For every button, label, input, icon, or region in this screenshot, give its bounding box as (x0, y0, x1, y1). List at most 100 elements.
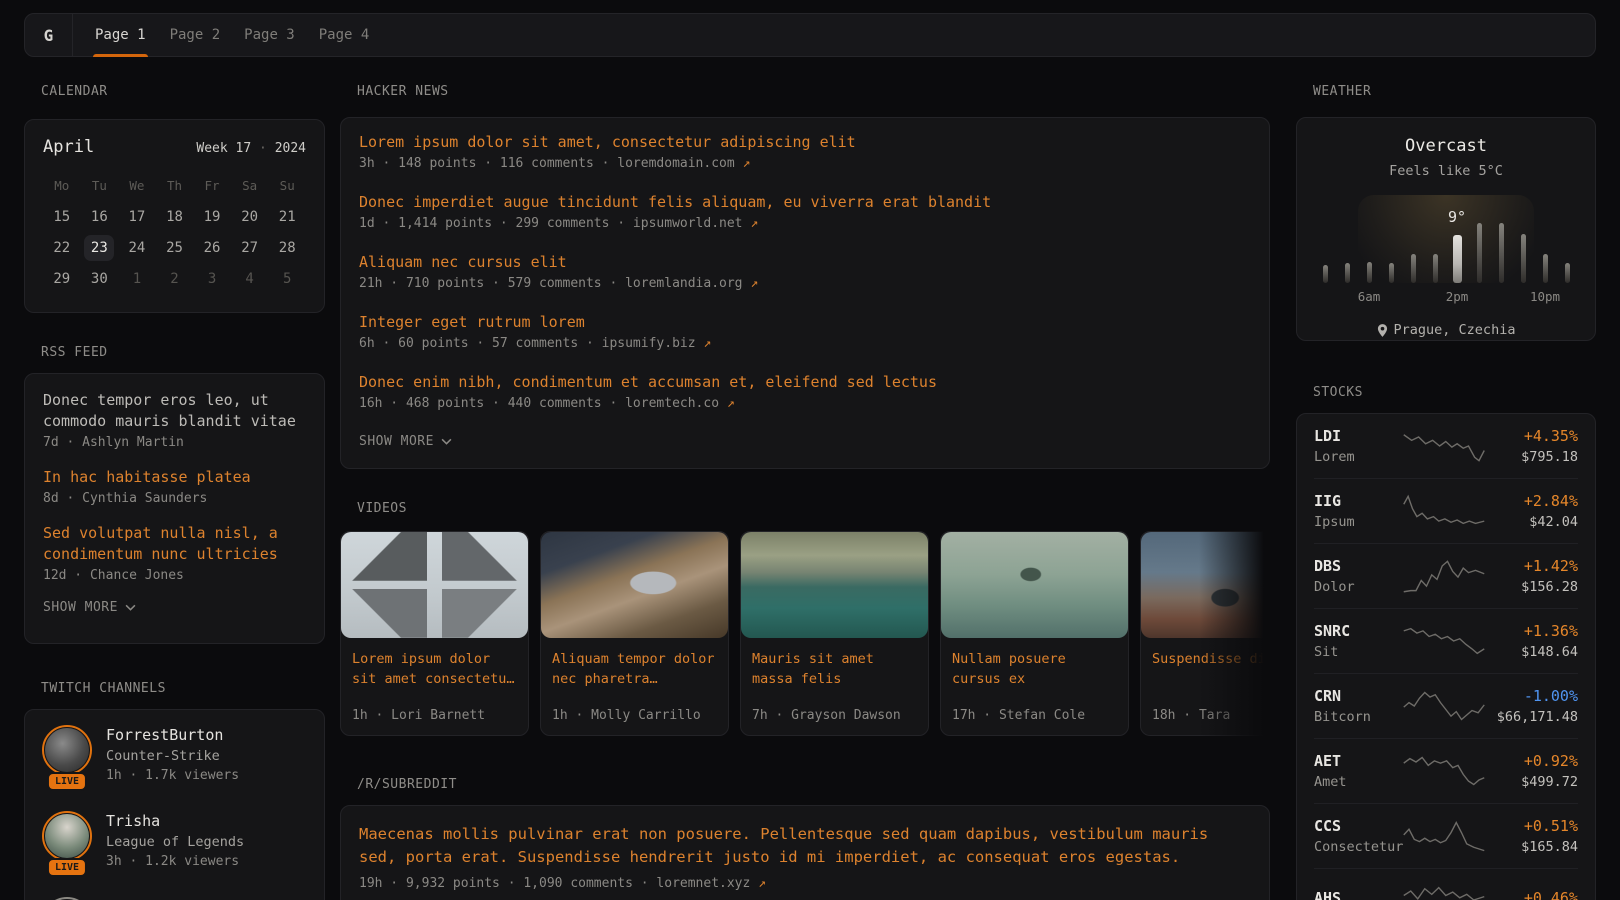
reddit-post-title[interactable]: Maecenas mollis pulvinar erat non posuer… (359, 823, 1251, 869)
stock-row[interactable]: SNRCSit +1.36%$148.64 (1314, 609, 1578, 674)
calendar-day: 21 (268, 204, 306, 230)
video-title[interactable]: Nullam posuere cursus ex (952, 649, 1117, 689)
stock-change: +4.35% (1486, 427, 1578, 445)
tab-page-1[interactable]: Page 1 (95, 14, 146, 56)
video-title[interactable]: Mauris sit amet massa felis (752, 649, 917, 689)
hn-item-title[interactable]: Integer eget rutrum lorem (359, 314, 1251, 331)
calendar-day: 18 (156, 204, 194, 230)
stock-change: +0.51% (1486, 817, 1578, 835)
video-thumbnail[interactable] (1141, 532, 1270, 638)
hn-item-meta: 3h · 148 points · 116 comments · loremdo… (359, 156, 1251, 171)
channel-name[interactable]: Trisha (106, 812, 244, 830)
calendar-day-header: Mo (43, 173, 81, 199)
stock-symbol[interactable]: IIG (1314, 492, 1402, 510)
stocks-widget: LDILorem +4.35%$795.18 IIGIpsum +2.84%$4… (1296, 413, 1596, 900)
calendar-day: 29 (43, 266, 81, 292)
hn-item-title[interactable]: Lorem ipsum dolor sit amet, consectetur … (359, 134, 1251, 151)
video-thumbnail[interactable] (341, 532, 528, 638)
twitch-channel[interactable]: LIVE Trisha League of Legends 3h · 1.2k … (43, 812, 306, 869)
hackernews-show-more-button[interactable]: SHOW MORE (359, 434, 452, 449)
channel-info: ForrestBurton Counter-Strike 1h · 1.7k v… (106, 726, 239, 783)
tab-page-3[interactable]: Page 3 (244, 14, 295, 56)
stock-symbol[interactable]: DBS (1314, 557, 1402, 575)
tab-page-2[interactable]: Page 2 (170, 14, 221, 56)
sparkline (1402, 428, 1486, 464)
stock-row[interactable]: DBSDolor +1.42%$156.28 (1314, 544, 1578, 609)
stock-row[interactable]: IIGIpsum +2.84%$42.04 (1314, 479, 1578, 544)
twitch-channel[interactable]: LIVE ForrestBurton Counter-Strike 1h · 1… (43, 726, 306, 783)
video-meta: 1h · Lori Barnett (352, 708, 485, 723)
video-title[interactable]: Suspendisse diam (1152, 649, 1270, 669)
channel-game[interactable]: Counter-Strike (106, 748, 239, 764)
stock-price: $156.28 (1486, 579, 1578, 595)
calendar-day-header: Fr (193, 173, 231, 199)
stock-symbol[interactable]: CCS (1314, 817, 1402, 835)
stock-symbol[interactable]: SNRC (1314, 622, 1402, 640)
reddit-post-meta: 19h · 9,932 points · 1,090 comments · lo… (359, 876, 1251, 891)
external-link-icon[interactable]: ↗ (727, 396, 735, 411)
video-thumbnail[interactable] (541, 532, 728, 638)
hackernews-section-label: HACKER NEWS (357, 84, 1270, 99)
video-thumbnail[interactable] (941, 532, 1128, 638)
time-label: 6am (1358, 289, 1381, 304)
map-pin-icon (1377, 324, 1388, 337)
hn-item-title[interactable]: Aliquam nec cursus elit (359, 254, 1251, 271)
external-link-icon[interactable]: ↗ (750, 276, 758, 291)
calendar-day: 19 (193, 204, 231, 230)
stock-price: $795.18 (1486, 449, 1578, 465)
stock-row[interactable]: CRNBitcorn -1.00%$66,171.48 (1314, 674, 1578, 739)
stock-symbol[interactable]: AET (1314, 752, 1402, 770)
rss-show-more-button[interactable]: SHOW MORE (43, 600, 136, 615)
calendar-grid: MoTuWeThFrSaSu15161718192021222324252627… (43, 173, 306, 292)
channel-game[interactable]: League of Legends (106, 834, 244, 850)
calendar-day-header: We (118, 173, 156, 199)
temp-bar (1477, 223, 1482, 283)
stock-row[interactable]: LDILorem +4.35%$795.18 (1314, 414, 1578, 479)
rss-item: In hac habitasse platea 8d · Cynthia Sau… (43, 467, 306, 506)
live-badge: LIVE (47, 772, 87, 791)
external-link-icon[interactable]: ↗ (758, 876, 766, 891)
video-card[interactable]: Mauris sit amet massa felis 7h · Grayson… (740, 531, 929, 736)
hn-item-meta: 6h · 60 points · 57 comments · ipsumify.… (359, 336, 1251, 351)
channel-name[interactable]: ForrestBurton (106, 726, 239, 744)
video-card[interactable]: Aliquam tempor dolor nec pharetra… 1h · … (540, 531, 729, 736)
rss-item-title[interactable]: Donec tempor eros leo, ut commodo mauris… (43, 390, 306, 432)
video-card[interactable]: Suspendisse diam 18h · Tara (1140, 531, 1270, 736)
stock-row[interactable]: AHS +0.46% (1314, 869, 1578, 900)
channel-viewers: 3h · 1.2k viewers (106, 854, 244, 869)
video-card[interactable]: Lorem ipsum dolor sit amet consectetu… 1… (340, 531, 529, 736)
calendar-day: 25 (156, 235, 194, 261)
rss-item-title[interactable]: Sed volutpat nulla nisl, a condimentum n… (43, 523, 306, 565)
stock-name: Bitcorn (1314, 709, 1402, 725)
video-title[interactable]: Aliquam tempor dolor nec pharetra… (552, 649, 717, 689)
calendar-day: 3 (193, 266, 231, 292)
temp-bar-current (1453, 235, 1462, 283)
app-logo[interactable]: G (25, 14, 72, 56)
temp-bar (1323, 265, 1328, 283)
video-thumbnail[interactable] (741, 532, 928, 638)
avatar (45, 814, 89, 858)
current-temp-label: 9° (1448, 208, 1466, 226)
rss-item-title[interactable]: In hac habitasse platea (43, 467, 306, 488)
stock-price: $66,171.48 (1486, 709, 1578, 725)
chevron-down-icon (125, 604, 136, 611)
hn-item-title[interactable]: Donec imperdiet augue tincidunt felis al… (359, 194, 1251, 211)
tab-page-4[interactable]: Page 4 (319, 14, 370, 56)
external-link-icon[interactable]: ↗ (743, 156, 751, 171)
hn-item-title[interactable]: Donec enim nibh, condimentum et accumsan… (359, 374, 1251, 391)
external-link-icon[interactable]: ↗ (703, 336, 711, 351)
stock-row[interactable]: AETAmet +0.92%$499.72 (1314, 739, 1578, 804)
video-meta: 1h · Molly Carrillo (552, 708, 701, 723)
calendar-month: April (43, 137, 94, 157)
video-title[interactable]: Lorem ipsum dolor sit amet consectetu… (352, 649, 517, 689)
stock-symbol[interactable]: LDI (1314, 427, 1402, 445)
external-link-icon[interactable]: ↗ (750, 216, 758, 231)
stock-symbol[interactable]: AHS (1314, 889, 1402, 900)
calendar-day: 17 (118, 204, 156, 230)
stock-change: +2.84% (1486, 492, 1578, 510)
time-label: 2pm (1446, 289, 1469, 304)
videos-section-label: VIDEOS (357, 501, 1270, 516)
stock-row[interactable]: CCSConsectetur +0.51%$165.84 (1314, 804, 1578, 869)
video-card[interactable]: Nullam posuere cursus ex 17h · Stefan Co… (940, 531, 1129, 736)
stock-symbol[interactable]: CRN (1314, 687, 1402, 705)
